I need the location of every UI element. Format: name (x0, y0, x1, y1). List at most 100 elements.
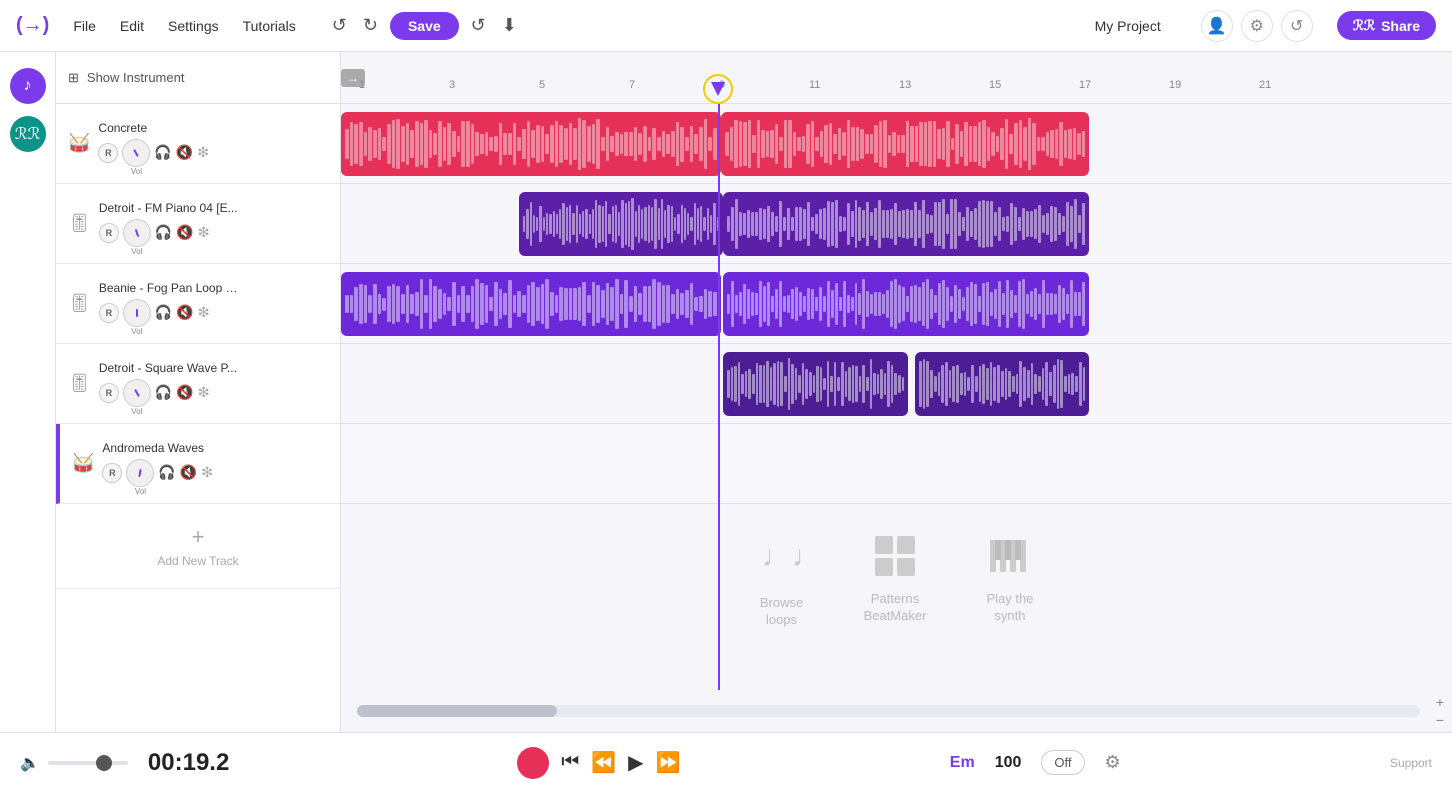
track-block-square-wave-1[interactable] (723, 352, 908, 416)
main-area: ♪ ℛℛ ⊞ Show Instrument 🥁 Concrete R Vol … (0, 52, 1452, 732)
rec-btn-fog-pan[interactable]: R (99, 303, 119, 323)
fx-icon-square-wave[interactable]: ❇ (198, 384, 210, 401)
fx-icon-concrete[interactable]: ❇ (197, 144, 209, 161)
waveform-fm-piano-1 (519, 192, 723, 256)
menu-file[interactable]: File (73, 18, 96, 34)
settings-icon-button[interactable]: ⚙ (1241, 10, 1273, 42)
headphone-icon-andromeda[interactable]: 🎧 (158, 464, 175, 481)
vol-knob-fm-piano[interactable]: Vol (123, 219, 151, 247)
far-left-sidebar: ♪ ℛℛ (0, 52, 56, 732)
fx-icon-andromeda[interactable]: ❇ (201, 464, 213, 481)
track-info-concrete: Concrete R Vol 🎧 🔇 ❇ (98, 121, 328, 167)
volume-thumb[interactable] (96, 755, 112, 771)
download-button[interactable]: ⬇ (498, 11, 521, 40)
history-button[interactable]: ↺ (1281, 10, 1313, 42)
rec-btn-andromeda[interactable]: R (102, 463, 122, 483)
track-block-fm-piano-1[interactable] (519, 192, 723, 256)
track-name-fog-pan: Beanie - Fog Pan Loop 1... (99, 281, 239, 295)
off-button[interactable]: Off (1041, 750, 1084, 775)
wave-bars-fm-piano-1 (523, 192, 719, 256)
track-block-concrete-1[interactable] (341, 112, 721, 176)
track-block-fog-pan-1[interactable] (341, 272, 721, 336)
vol-knob-concrete[interactable]: Vol (122, 139, 150, 167)
volume-area: 🔈 (20, 753, 128, 773)
track-controls-fm-piano: R Vol 🎧 🔇 ❇ (99, 219, 328, 247)
headphone-icon-fog-pan[interactable]: 🎧 (155, 304, 172, 321)
fast-forward-button[interactable]: ⏩ (656, 750, 681, 775)
mute-icon-fog-pan[interactable]: 🔇 (176, 304, 193, 321)
ruler-19: 19 (1169, 79, 1181, 91)
mute-icon-andromeda[interactable]: 🔇 (180, 464, 197, 481)
menu-tutorials[interactable]: Tutorials (243, 18, 296, 34)
play-button[interactable]: ▶ (628, 750, 643, 775)
rec-btn-square-wave[interactable]: R (99, 383, 119, 403)
beatmaker-label: PatternsBeatMaker (864, 591, 927, 625)
settings-gear-button[interactable]: ⚙ (1105, 752, 1121, 773)
vol-knob-andromeda[interactable]: Vol (126, 459, 154, 487)
headphone-icon-fm-piano[interactable]: 🎧 (155, 224, 172, 241)
mute-icon-square-wave[interactable]: 🔇 (176, 384, 193, 401)
scrollbar-area: + − (341, 690, 1452, 732)
play-synth-tool[interactable]: Play thesynth (986, 534, 1033, 625)
zoom-controls: + − (1436, 694, 1444, 728)
timeline-area: → 1 3 5 7 9 11 13 15 17 19 21 (341, 52, 1452, 732)
toolbar-controls: ↺ ↻ Save ↺ ⬇ (328, 11, 521, 40)
track-block-square-wave-2[interactable] (915, 352, 1089, 416)
volume-slider[interactable] (48, 761, 128, 765)
headphone-icon-square-wave[interactable]: 🎧 (155, 384, 172, 401)
track-name-square-wave: Detroit - Square Wave P... (99, 361, 239, 375)
undo-button[interactable]: ↺ (328, 11, 351, 40)
key-display: Em (950, 754, 975, 772)
track-name-andromeda: Andromeda Waves (102, 441, 242, 455)
save-button[interactable]: Save (390, 12, 459, 40)
music-note-icon[interactable]: ♪ (10, 68, 46, 104)
wave-bars-fog-pan-2 (727, 272, 1085, 336)
top-right-icons: 👤 ⚙ ↺ (1201, 10, 1313, 42)
track-controls-fog-pan: R Vol 🎧 🔇 ❇ (99, 299, 328, 327)
menu-settings[interactable]: Settings (168, 18, 219, 34)
track-controls-concrete: R Vol 🎧 🔇 ❇ (98, 139, 328, 167)
patterns-beatmaker-tool[interactable]: PatternsBeatMaker (864, 534, 927, 625)
vol-knob-fog-pan[interactable]: Vol (123, 299, 151, 327)
menu-bar: File Edit Settings Tutorials (73, 18, 295, 34)
rewind-button[interactable]: ⏪ (591, 750, 616, 775)
audio-icon-fm-piano: 🎚 (68, 213, 91, 234)
fx-icon-fog-pan[interactable]: ❇ (198, 304, 210, 321)
browse-loops-tool[interactable]: ♩♩ Browseloops (760, 534, 804, 629)
menu-edit[interactable]: Edit (120, 18, 144, 34)
scrollbar-thumb[interactable] (357, 705, 557, 717)
vol-knob-square-wave[interactable]: Vol (123, 379, 151, 407)
add-new-track-area[interactable]: + Add New Track (56, 504, 340, 589)
volume-icon: 🔈 (20, 753, 40, 773)
avatar-icon[interactable]: ℛℛ (10, 116, 46, 152)
skip-start-button[interactable]: ⏮ (561, 751, 579, 774)
waveform-fog-pan-2 (723, 272, 1089, 336)
waveform-square-wave-2 (915, 352, 1089, 416)
logo[interactable]: (→) (16, 14, 49, 37)
add-track-plus-icon: + (192, 524, 205, 550)
mute-icon-concrete[interactable]: 🔇 (176, 144, 193, 161)
track-block-concrete-2[interactable] (721, 112, 1089, 176)
headphone-icon-concrete[interactable]: 🎧 (154, 144, 171, 161)
zoom-out-button[interactable]: − (1436, 712, 1444, 728)
bpm-display: 100 (995, 754, 1022, 772)
zoom-in-button[interactable]: + (1436, 694, 1444, 710)
waveform-square-wave-1 (723, 352, 908, 416)
reset-button[interactable]: ↺ (467, 11, 490, 40)
redo-button[interactable]: ↻ (359, 11, 382, 40)
rec-btn-fm-piano[interactable]: R (99, 223, 119, 243)
mute-icon-fm-piano[interactable]: 🔇 (176, 224, 193, 241)
track-block-fm-piano-2[interactable] (723, 192, 1089, 256)
track-headers: ⊞ Show Instrument 🥁 Concrete R Vol 🎧 🔇 ❇ (56, 52, 341, 732)
track-block-fog-pan-2[interactable] (723, 272, 1089, 336)
fx-icon-fm-piano[interactable]: ❇ (198, 224, 210, 241)
show-instrument-bar[interactable]: ⊞ Show Instrument (56, 52, 340, 104)
browse-loops-icon: ♩♩ (760, 534, 804, 587)
share-button[interactable]: ℛℛ Share (1337, 11, 1436, 40)
rec-btn-concrete[interactable]: R (98, 143, 118, 163)
collab-button[interactable]: 👤 (1201, 10, 1233, 42)
record-button[interactable] (517, 747, 549, 779)
horizontal-scrollbar[interactable] (357, 705, 1420, 717)
audio-icon-fog-pan: 🎚 (68, 293, 91, 314)
wave-bars-square-wave-1 (727, 352, 904, 416)
